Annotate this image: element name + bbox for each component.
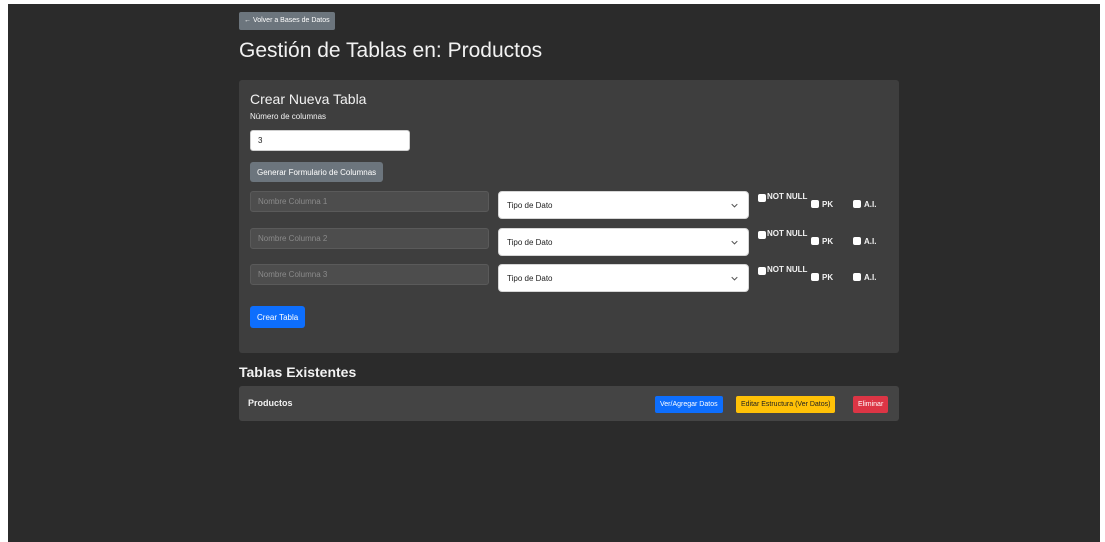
generate-columns-button[interactable]: Generar Formulario de Columnas xyxy=(250,162,384,182)
chevron-down-icon xyxy=(731,276,738,281)
not-null-option-3[interactable]: NOT NULL xyxy=(758,264,808,292)
delete-table-button[interactable]: Eliminar xyxy=(853,396,889,413)
chevron-down-icon xyxy=(731,203,738,208)
ai-checkbox[interactable] xyxy=(853,273,861,281)
ai-option-2[interactable]: A.I. xyxy=(853,228,883,256)
not-null-option-2[interactable]: NOT NULL xyxy=(758,228,808,256)
data-type-selected: Tipo de Dato xyxy=(507,274,553,283)
not-null-checkbox[interactable] xyxy=(758,231,766,239)
ai-checkbox[interactable] xyxy=(853,237,861,245)
pk-checkbox[interactable] xyxy=(811,200,819,208)
ai-checkbox[interactable] xyxy=(853,200,861,208)
ai-label: A.I. xyxy=(864,237,877,246)
ai-label: A.I. xyxy=(864,200,877,209)
existing-tables-title: Tablas Existentes xyxy=(239,364,357,380)
edit-structure-button[interactable]: Editar Estructura (Ver Datos) xyxy=(736,396,836,413)
columns-count-label: Número de columnas xyxy=(250,112,327,121)
not-null-option-1[interactable]: NOT NULL xyxy=(758,191,808,219)
create-table-button[interactable]: Crear Tabla xyxy=(250,306,306,328)
data-type-selected: Tipo de Dato xyxy=(507,238,553,247)
column-name-input-1[interactable] xyxy=(250,191,489,212)
back-to-databases-button[interactable]: ← Volver a Bases de Datos xyxy=(239,12,335,30)
pk-label: PK xyxy=(822,237,834,246)
not-null-label: NOT NULL xyxy=(767,192,808,201)
column-row-1: Tipo de Dato NOT NULL PK A.I. xyxy=(250,191,895,219)
create-table-title: Crear Nueva Tabla xyxy=(250,91,367,107)
ai-option-1[interactable]: A.I. xyxy=(853,191,883,219)
create-table-panel: Crear Nueva Tabla Número de columnas Gen… xyxy=(239,80,899,353)
not-null-label: NOT NULL xyxy=(767,229,808,238)
data-type-select-2[interactable]: Tipo de Dato xyxy=(498,228,749,256)
not-null-label: NOT NULL xyxy=(767,265,808,274)
view-add-data-button[interactable]: Ver/Agregar Datos xyxy=(655,396,723,413)
ai-option-3[interactable]: A.I. xyxy=(853,264,883,292)
pk-checkbox[interactable] xyxy=(811,237,819,245)
data-type-selected: Tipo de Dato xyxy=(507,201,553,210)
columns-count-input[interactable] xyxy=(250,130,410,151)
not-null-checkbox[interactable] xyxy=(758,194,766,202)
data-type-select-3[interactable]: Tipo de Dato xyxy=(498,264,749,292)
column-row-3: Tipo de Dato NOT NULL PK A.I. xyxy=(250,264,895,292)
app-viewport: ← Volver a Bases de Datos Gestión de Tab… xyxy=(8,4,1100,542)
pk-label: PK xyxy=(822,200,834,209)
column-row-2: Tipo de Dato NOT NULL PK A.I. xyxy=(250,228,895,256)
pk-option-2[interactable]: PK xyxy=(811,228,841,256)
pk-option-1[interactable]: PK xyxy=(811,191,841,219)
chevron-down-icon xyxy=(731,240,738,245)
column-name-input-2[interactable] xyxy=(250,228,489,249)
page-title: Gestión de Tablas en: Productos xyxy=(239,39,543,62)
column-name-input-3[interactable] xyxy=(250,264,489,285)
pk-checkbox[interactable] xyxy=(811,273,819,281)
not-null-checkbox[interactable] xyxy=(758,267,766,275)
table-name: Productos xyxy=(248,398,293,408)
table-row: Productos Ver/Agregar Datos Editar Estru… xyxy=(239,386,899,421)
pk-option-3[interactable]: PK xyxy=(811,264,841,292)
data-type-select-1[interactable]: Tipo de Dato xyxy=(498,191,749,219)
pk-label: PK xyxy=(822,273,834,282)
ai-label: A.I. xyxy=(864,273,877,282)
